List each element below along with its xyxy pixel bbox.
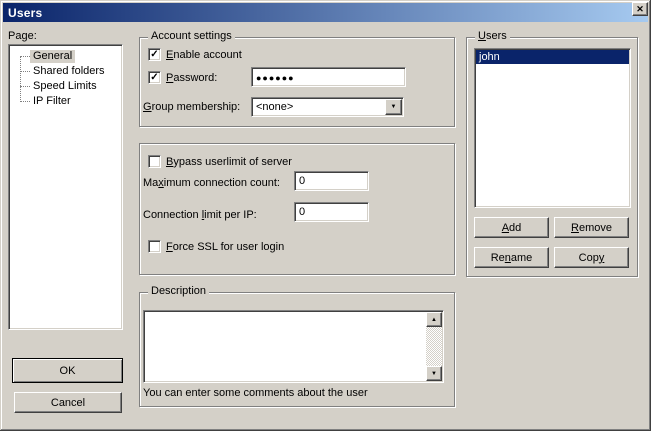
page-item-ip-filter[interactable]: IP Filter: [9, 94, 122, 109]
connection-limit-field-frame: [294, 202, 369, 222]
tree-stub-icon: [20, 86, 30, 87]
limits-group: Bypass userlimit of server Maximum conne…: [139, 143, 455, 275]
connection-limit-label: Connection limit per IP:: [143, 209, 257, 221]
close-button[interactable]: ✕: [632, 2, 648, 16]
chevron-down-icon: ▼: [391, 104, 397, 110]
add-button[interactable]: Add: [474, 217, 549, 238]
password-field-frame: [251, 67, 406, 87]
page-item-general[interactable]: General: [9, 49, 122, 64]
account-settings-group: Account settings ✓ Enable account ✓ Pass…: [139, 37, 455, 127]
group-membership-dropdown[interactable]: <none> ▼: [251, 97, 404, 117]
remove-button[interactable]: Remove: [554, 217, 629, 238]
users-group-title: Users: [475, 30, 510, 42]
page-item-label: IP Filter: [30, 95, 74, 108]
max-connection-field-frame: [294, 171, 369, 191]
group-membership-value: <none>: [252, 98, 385, 116]
force-ssl-checkbox[interactable]: Force SSL for user login: [148, 240, 284, 253]
account-settings-group-title: Account settings: [148, 30, 235, 42]
cancel-button[interactable]: Cancel: [14, 392, 122, 413]
user-list-item[interactable]: john: [476, 50, 629, 64]
checkbox-checked-icon: ✓: [148, 71, 161, 84]
page-item-label: General: [30, 50, 75, 63]
page-label: Page:: [8, 30, 37, 42]
tree-stub-icon: [20, 101, 30, 102]
password-input[interactable]: [252, 68, 405, 86]
checkbox-unchecked-icon: [148, 240, 161, 253]
tree-stub-icon: [20, 56, 30, 57]
page-item-speed-limits[interactable]: Speed Limits: [9, 79, 122, 94]
tree-connector-line: [20, 56, 21, 102]
scroll-down-button[interactable]: ▼: [426, 366, 442, 381]
page-item-shared-folders[interactable]: Shared folders: [9, 64, 122, 79]
max-connection-label: Maximum connection count:: [143, 177, 280, 189]
description-textarea[interactable]: ▲ ▼: [143, 310, 444, 383]
scroll-up-button[interactable]: ▲: [426, 312, 442, 327]
scroll-down-icon: ▼: [431, 371, 437, 377]
group-membership-label: Group membership:: [143, 101, 240, 113]
page-item-label: Speed Limits: [30, 80, 100, 93]
rename-button[interactable]: Rename: [474, 247, 549, 268]
users-group: Users john Add Remove Rename Copy: [466, 37, 638, 277]
page-item-label: Shared folders: [30, 65, 108, 78]
tree-stub-icon: [20, 71, 30, 72]
page-listbox[interactable]: General Shared folders Speed Limits IP F…: [8, 44, 123, 330]
users-listbox[interactable]: john: [474, 48, 631, 208]
close-icon: ✕: [636, 5, 644, 14]
checkbox-checked-icon: ✓: [148, 48, 161, 61]
checkbox-unchecked-icon: [148, 155, 161, 168]
password-label: Password:: [166, 72, 217, 84]
window-title: Users: [8, 6, 42, 20]
password-checkbox[interactable]: ✓ Password:: [148, 71, 217, 84]
description-group-title: Description: [148, 285, 209, 297]
scroll-up-icon: ▲: [431, 317, 437, 323]
bypass-userlimit-checkbox[interactable]: Bypass userlimit of server: [148, 155, 292, 168]
title-bar[interactable]: Users: [3, 3, 648, 22]
description-group: Description ▲ ▼ You can enter some comme…: [139, 292, 455, 407]
dropdown-arrow-button[interactable]: ▼: [385, 99, 402, 115]
description-scrollbar[interactable]: ▲ ▼: [426, 312, 442, 381]
users-dialog: Users ✕ Page: General Shared folders Spe…: [0, 0, 651, 431]
ok-button[interactable]: OK: [12, 358, 123, 383]
bypass-userlimit-label: Bypass userlimit of server: [166, 156, 292, 168]
enable-account-checkbox[interactable]: ✓ Enable account: [148, 48, 242, 61]
description-hint: You can enter some comments about the us…: [143, 387, 368, 399]
max-connection-input[interactable]: [295, 172, 368, 190]
copy-button[interactable]: Copy: [554, 247, 629, 268]
enable-account-label: Enable account: [166, 49, 242, 61]
force-ssl-label: Force SSL for user login: [166, 241, 284, 253]
connection-limit-input[interactable]: [295, 203, 368, 221]
